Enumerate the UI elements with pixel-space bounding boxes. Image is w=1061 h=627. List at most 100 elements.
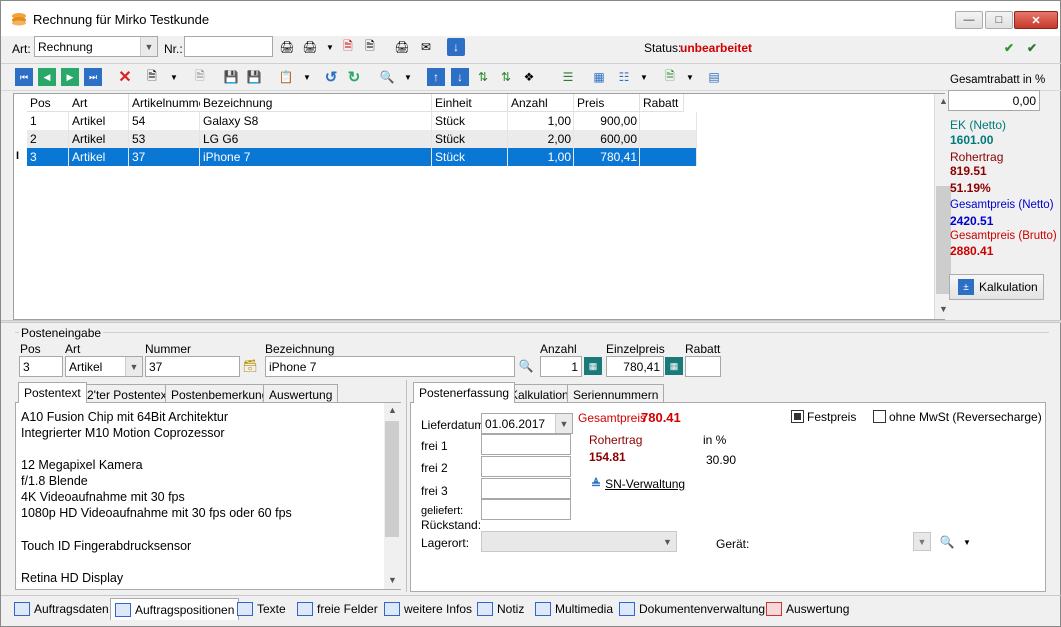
scroll-down-icon[interactable]: ▼ [388, 575, 397, 585]
move-up-icon[interactable]: ↑ [427, 68, 445, 86]
refresh-icon[interactable]: ↻ [345, 68, 363, 86]
pdf-icon[interactable]: 🗎 [339, 38, 357, 56]
edit-document-icon[interactable]: 🗎 [191, 68, 209, 86]
print-preview-icon[interactable]: 🖨 [393, 38, 411, 56]
chevron-down-icon[interactable]: ▼ [321, 38, 339, 56]
renumber-icon[interactable]: ⇅ [497, 68, 515, 86]
scroll-up-icon[interactable]: ▲ [388, 405, 397, 415]
tab-freie-felder[interactable]: freie Felder [293, 598, 382, 620]
save-check-icon[interactable]: ✔ [1000, 39, 1018, 57]
col-header-artikelnummer[interactable]: Artikelnummer [129, 94, 201, 112]
last-record-icon[interactable]: ⏭ [84, 68, 102, 86]
move-down-icon[interactable]: ↓ [451, 68, 469, 86]
anzahl-input[interactable] [540, 356, 582, 377]
art-select[interactable]: Rechnung ▼ [34, 36, 158, 57]
tab-postentext[interactable]: Postentext [18, 382, 87, 403]
rabatt-input[interactable] [685, 356, 721, 377]
save-icon[interactable]: 💾 [222, 68, 240, 86]
hierarchy-icon[interactable]: ☷ [615, 68, 633, 86]
close-button[interactable]: ✕ [1014, 11, 1058, 29]
tab-texte[interactable]: Texte [233, 598, 290, 620]
chevron-down-icon[interactable]: ▼ [635, 68, 653, 86]
tab-auftragspositionen[interactable]: Auftragspositionen [110, 598, 240, 620]
kalkulation-button[interactable]: ± Kalkulation [949, 274, 1044, 300]
sn-verwaltung-link[interactable]: ≜ SN-Verwaltung [591, 477, 685, 491]
scroll-up-icon[interactable]: ▲ [939, 96, 948, 106]
geliefert-input[interactable] [481, 499, 571, 520]
nummer-input[interactable] [145, 356, 240, 377]
col-header-pos[interactable]: Pos [27, 94, 72, 112]
new-document-icon[interactable]: 🗎 [143, 68, 161, 86]
col-header-art[interactable]: Art [69, 94, 129, 112]
festpreis-checkbox[interactable] [791, 410, 804, 423]
chevron-down-icon[interactable]: ▼ [165, 68, 183, 86]
print-options-icon[interactable]: 🖨 [301, 38, 319, 56]
check-document-icon[interactable]: 🗎 [661, 68, 679, 86]
undo-icon[interactable]: ↺ [322, 68, 340, 86]
search-icon[interactable]: 🔍 [938, 533, 956, 551]
col-header-anzahl[interactable]: Anzahl [508, 94, 574, 112]
bezeichnung-input[interactable] [265, 356, 515, 377]
positions-grid[interactable]: Pos Art Artikelnummer Bezeichnung Einhei… [13, 93, 952, 320]
gesamtrabatt-input[interactable] [948, 90, 1040, 111]
frei2-input[interactable] [481, 456, 571, 477]
geraet-dropdown[interactable]: ▼ [913, 532, 931, 551]
table-row[interactable]: 2 Artikel 53 LG G6 Stück 2,00 600,00 [27, 130, 697, 148]
postentext-scrollbar[interactable]: ▲ ▼ [384, 403, 401, 589]
tab-2ter-postentext[interactable]: 2'ter Postentext [81, 384, 177, 403]
art-field-select[interactable]: Artikel ▼ [65, 356, 143, 377]
table-row-selected[interactable]: 3 Artikel 37 iPhone 7 Stück 1,00 780,41 [27, 148, 697, 166]
maximize-button[interactable]: □ [985, 11, 1013, 29]
email-icon[interactable]: ✉ [417, 38, 435, 56]
previous-record-icon[interactable]: ◀ [38, 68, 56, 86]
minimize-button[interactable]: — [955, 11, 983, 29]
chevron-down-icon[interactable]: ▼ [681, 68, 699, 86]
lieferdatum-picker[interactable]: 01.06.2017 ▼ [481, 413, 573, 434]
tab-weitere-infos[interactable]: weitere Infos [380, 598, 476, 620]
frei3-input[interactable] [481, 478, 571, 499]
chevron-down-icon[interactable]: ▼ [298, 68, 316, 86]
ohne-mwst-checkbox[interactable] [873, 410, 886, 423]
document-lock-icon[interactable]: 🗎 [361, 38, 379, 56]
next-record-icon[interactable]: ▶ [61, 68, 79, 86]
splitter[interactable] [1, 320, 1061, 323]
tab-postenbemerkung[interactable]: Postenbemerkung [165, 384, 275, 403]
download-icon[interactable]: ↓ [447, 38, 465, 56]
calculator-icon[interactable]: ▦ [584, 357, 602, 375]
chevron-down-icon[interactable]: ▼ [399, 68, 417, 86]
scroll-down-icon[interactable]: ▼ [939, 304, 948, 314]
delete-icon[interactable]: ✕ [116, 68, 134, 86]
tab-dokumentenverwaltung[interactable]: Dokumentenverwaltung [615, 598, 769, 620]
frei1-input[interactable] [481, 434, 571, 455]
tab-auftragsdaten[interactable]: Auftragsdaten [10, 598, 113, 620]
article-lookup-icon[interactable]: 🗃 [241, 357, 259, 375]
save-close-check-icon[interactable]: ✔ [1023, 39, 1041, 57]
tab-postenerfassung[interactable]: Postenerfassung [413, 382, 516, 403]
sort-icon[interactable]: ⇅ [474, 68, 492, 86]
scrollbar-thumb[interactable] [385, 421, 399, 537]
search-icon[interactable]: 🔍 [517, 357, 535, 375]
layout-icon[interactable]: ▦ [590, 68, 608, 86]
first-record-icon[interactable]: ⏮ [15, 68, 33, 86]
copy-icon[interactable]: 📋 [277, 68, 295, 86]
pos-input[interactable] [19, 356, 63, 377]
calculator-icon[interactable]: ▦ [665, 357, 683, 375]
nr-input[interactable] [184, 36, 273, 57]
save-all-icon[interactable]: 💾 [245, 68, 263, 86]
chevron-down-icon[interactable]: ▼ [958, 533, 976, 551]
col-header-einheit[interactable]: Einheit [432, 94, 508, 112]
tab-multimedia[interactable]: Multimedia [531, 598, 617, 620]
export-icon[interactable]: ▤ [705, 68, 723, 86]
binoculars-icon[interactable]: 🔍 [378, 68, 396, 86]
postentext-area[interactable]: A10 Fusion Chip mit 64Bit Architektur Int… [15, 402, 401, 590]
table-row[interactable]: 1 Artikel 54 Galaxy S8 Stück 1,00 900,00 [27, 112, 697, 130]
list-icon[interactable]: ☰ [559, 68, 577, 86]
col-header-bezeichnung[interactable]: Bezeichnung [200, 94, 432, 112]
col-header-rabatt[interactable]: Rabatt [640, 94, 684, 112]
lagerort-select[interactable]: ▼ [481, 531, 677, 552]
tab-notiz[interactable]: Notiz [473, 598, 528, 620]
einzelpreis-input[interactable] [606, 356, 664, 377]
tab-auswertung[interactable]: Auswertung [263, 384, 339, 403]
print-icon[interactable]: 🖨 [278, 38, 296, 56]
group-icon[interactable]: ❖ [520, 68, 538, 86]
